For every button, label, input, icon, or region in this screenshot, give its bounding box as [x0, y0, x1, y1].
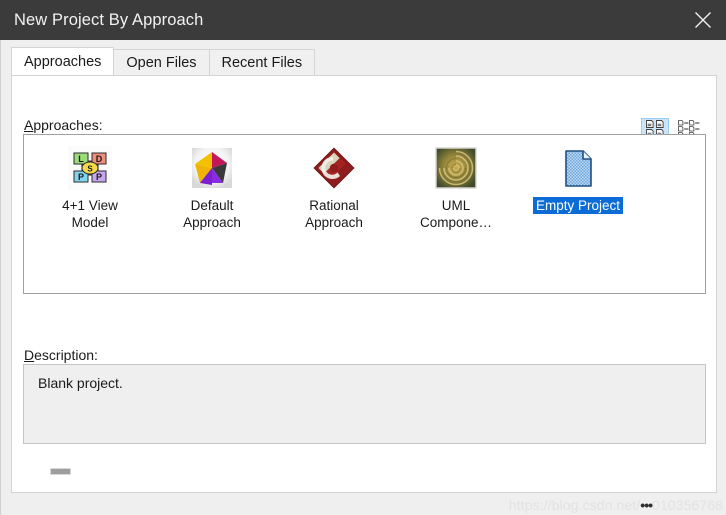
description-panel: Blank project. [23, 364, 706, 444]
approaches-label: Approaches: [24, 117, 103, 133]
approach-item-uml-component[interactable]: UML Compone… [400, 141, 512, 231]
approaches-label-rest: pproaches: [33, 117, 103, 133]
approach-item-default-approach[interactable]: Default Approach [156, 141, 268, 231]
tab-approaches-label: Approaches [24, 54, 102, 70]
approach-item-rational-approach[interactable]: Rational Approach [278, 141, 390, 231]
tab-approaches[interactable]: Approaches [11, 47, 115, 75]
approach-item-label: Default Approach [183, 198, 241, 230]
svg-text:D: D [96, 154, 103, 164]
approach-item-4plus1-view-model[interactable]: L D P P S 4+1 View Model [34, 141, 146, 231]
svg-text:P: P [96, 172, 102, 182]
star-icon [189, 145, 235, 191]
description-text: Blank project. [38, 375, 123, 391]
title-bar: New Project By Approach [0, 0, 726, 40]
dialog-body: Approaches Open Files Recent Files Appro… [0, 40, 726, 515]
approaches-label-accel: A [24, 117, 34, 133]
approach-item-label: 4+1 View Model [62, 198, 118, 230]
rational-diamond-icon [311, 145, 357, 191]
tab-strip: Approaches Open Files Recent Files [11, 47, 717, 75]
close-button[interactable] [680, 0, 726, 40]
tab-recent-files[interactable]: Recent Files [208, 49, 316, 75]
approaches-items-row: L D P P S 4+1 View Model Default Approac… [24, 141, 634, 231]
close-icon [694, 11, 712, 29]
approach-item-label: UML Compone… [419, 198, 493, 230]
stub-control[interactable] [50, 468, 71, 475]
tab-open-files[interactable]: Open Files [113, 49, 210, 75]
uml-component-spiral-icon [433, 145, 479, 191]
tab-recent-files-label: Recent Files [221, 55, 303, 71]
four-plus-one-view-model-icon: L D P P S [67, 145, 113, 191]
watermark-suffix: 010356768 [652, 497, 723, 513]
watermark: https://blog.csdn.net/•••010356768 [509, 497, 723, 513]
description-label: Description: [24, 347, 98, 363]
approaches-list[interactable]: L D P P S 4+1 View Model Default Approac… [23, 134, 706, 294]
watermark-prefix: https://blog.csdn.net/ [508, 497, 641, 513]
svg-text:S: S [87, 165, 93, 174]
svg-text:L: L [78, 154, 84, 164]
svg-text:P: P [78, 172, 84, 182]
new-project-dialog: New Project By Approach Approaches Open … [0, 0, 726, 515]
approach-item-empty-project[interactable]: Empty Project [522, 141, 634, 231]
approach-item-label: Rational Approach [305, 198, 363, 230]
watermark-dots: ••• [640, 497, 653, 513]
description-label-rest: escription: [34, 347, 98, 363]
description-label-accel: D [24, 347, 35, 363]
approaches-tab-page: Approaches: L D P P S 4+1 View Model Def… [11, 75, 717, 493]
tab-open-files-label: Open Files [126, 55, 197, 71]
empty-document-icon [555, 145, 601, 191]
window-title: New Project By Approach [14, 10, 204, 29]
approach-item-label: Empty Project [532, 197, 624, 214]
